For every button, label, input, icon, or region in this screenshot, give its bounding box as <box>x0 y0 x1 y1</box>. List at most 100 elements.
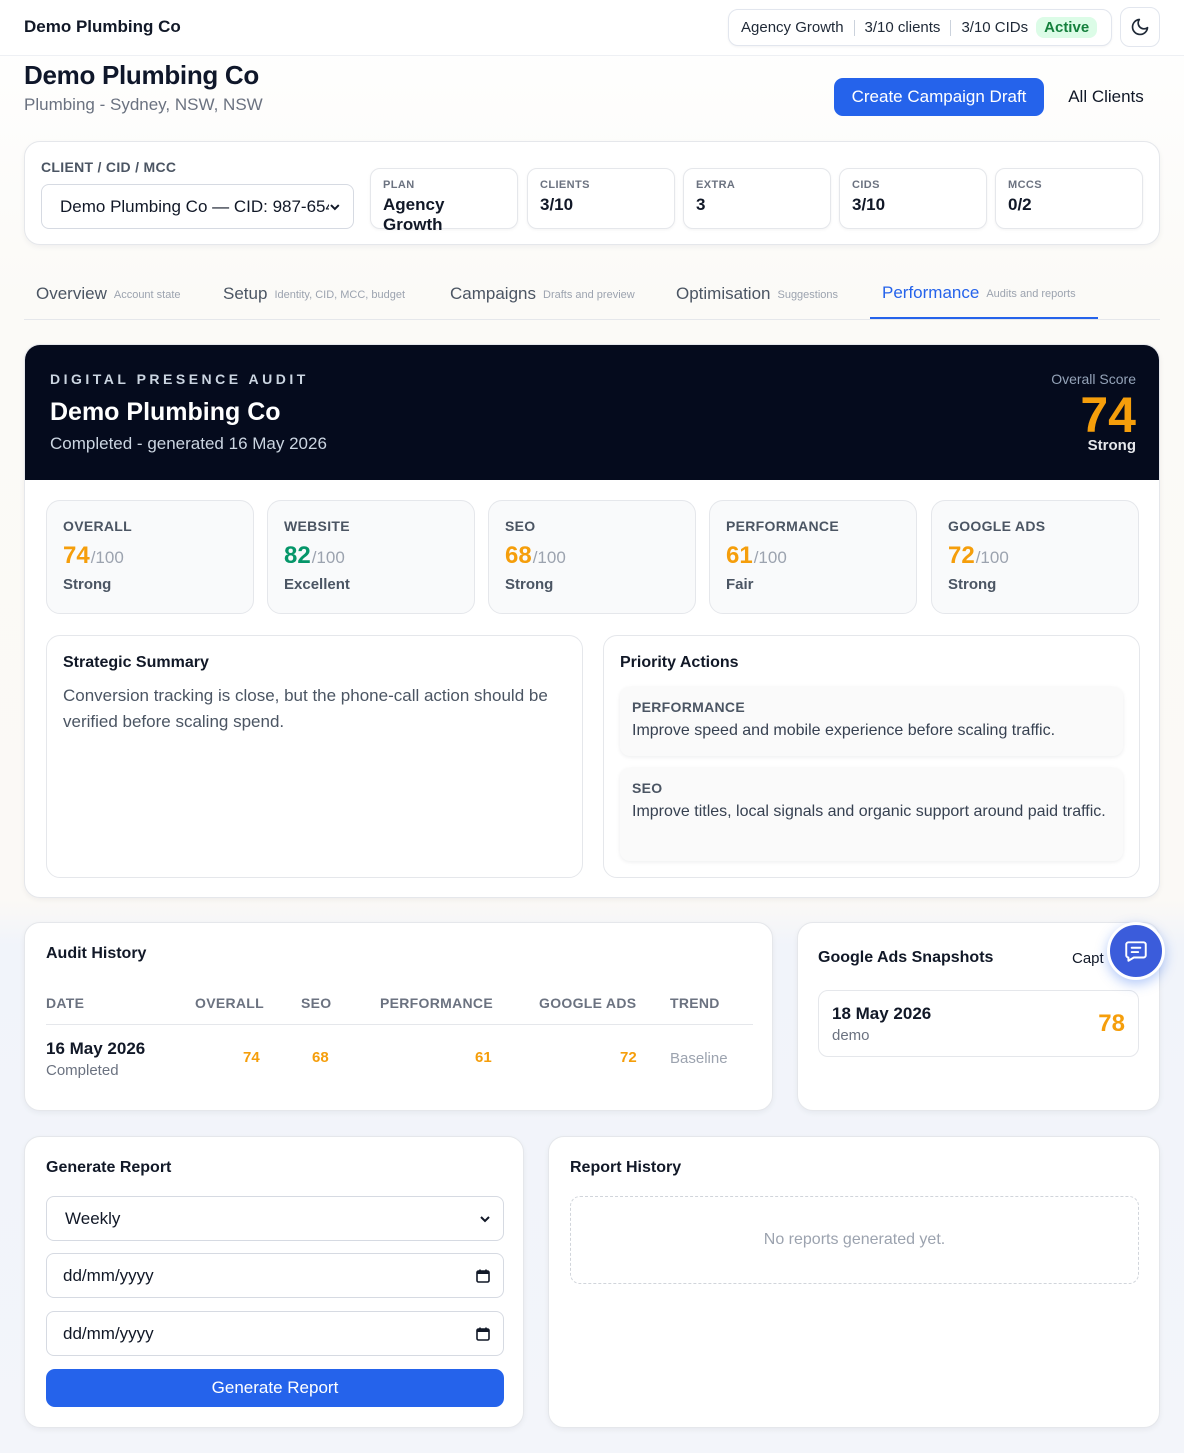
stat-key: CIDS <box>852 179 880 191</box>
chat-icon <box>1125 941 1147 962</box>
snapshot-score: 78 <box>1098 1010 1125 1037</box>
row-trend: Baseline <box>670 1050 728 1067</box>
row-performance: 61 <box>475 1049 492 1066</box>
tab-optimisation[interactable]: Optimisation Suggestions <box>664 268 850 319</box>
column-header: SEO <box>301 995 332 1011</box>
score-rating: Strong <box>505 576 554 593</box>
snapshot-label: demo <box>832 1027 870 1044</box>
score-rating: Excellent <box>284 576 350 593</box>
card-title: Audit History <box>46 945 147 962</box>
score-key: SEO <box>505 518 536 534</box>
stat-clients: CLIENTS 3/10 <box>527 168 675 229</box>
tab-campaigns[interactable]: Campaigns Drafts and preview <box>438 268 647 319</box>
column-header: OVERALL <box>195 995 264 1011</box>
tab-overview[interactable]: Overview Account state <box>24 268 193 319</box>
period-select[interactable]: Weekly <box>46 1196 504 1241</box>
score-value: 82 <box>284 542 311 569</box>
score-key: GOOGLE ADS <box>948 518 1046 534</box>
tab-description: Audits and reports <box>986 288 1076 300</box>
score-card-performance: PERFORMANCE 61/100 Fair <box>709 500 917 614</box>
client-select-value: Demo Plumbing Co — CID: 987-654 <box>60 196 330 216</box>
action-text: Improve speed and mobile experience befo… <box>632 722 1056 739</box>
page-subtitle: Plumbing - Sydney, NSW, NSW <box>24 95 263 114</box>
stat-value: 3/10 <box>852 195 886 214</box>
tab-description: Drafts and preview <box>543 289 635 301</box>
create-campaign-draft-button[interactable]: Create Campaign Draft <box>834 78 1044 116</box>
overall-score-rating: Strong <box>1087 437 1136 454</box>
tab-label: Performance <box>882 282 980 302</box>
score-max: /100 <box>90 548 124 567</box>
action-category: PERFORMANCE <box>632 699 745 715</box>
tab-label: Overview <box>36 283 107 303</box>
card-title: Report History <box>570 1159 682 1176</box>
tab-label: Optimisation <box>676 283 771 303</box>
audit-subtitle: Completed - generated 16 May 2026 <box>50 434 327 453</box>
column-header: DATE <box>46 995 85 1011</box>
column-header: GOOGLE ADS <box>539 995 637 1011</box>
stat-value: 3 <box>696 195 706 214</box>
client-select[interactable]: Demo Plumbing Co — CID: 987-654 <box>41 184 354 229</box>
period-select-value: Weekly <box>65 1208 121 1228</box>
action-category: SEO <box>632 780 663 796</box>
table-row: 16 May 2026 Completed 74 68 61 72 Baseli… <box>46 1025 753 1085</box>
generate-report-button[interactable]: Generate Report <box>46 1369 504 1407</box>
end-date-field[interactable]: dd/mm/yyyy <box>46 1311 504 1356</box>
google-ads-snapshots-card: Google Ads Snapshots Capt 18 May 2026 de… <box>797 922 1160 1111</box>
column-header: TREND <box>670 995 720 1011</box>
status-badge: Active <box>1036 17 1098 38</box>
score-card-website: WEBSITE 82/100 Excellent <box>267 500 475 614</box>
tab-performance[interactable]: Performance Audits and reports <box>870 268 1098 319</box>
snapshot-item[interactable]: 18 May 2026 demo 78 <box>818 990 1139 1057</box>
moon-icon <box>1131 18 1149 36</box>
score-key: WEBSITE <box>284 518 350 534</box>
row-google-ads: 72 <box>620 1049 637 1066</box>
audit-section: DIGITAL PRESENCE AUDIT Demo Plumbing Co … <box>24 344 1160 898</box>
audit-header: DIGITAL PRESENCE AUDIT Demo Plumbing Co … <box>25 345 1159 480</box>
column-header: PERFORMANCE <box>380 995 493 1011</box>
score-rating: Strong <box>948 576 997 593</box>
score-rating: Fair <box>726 576 754 593</box>
score-key: OVERALL <box>63 518 132 534</box>
calendar-icon <box>476 1269 490 1283</box>
stat-key: PLAN <box>383 179 415 191</box>
tab-label: Setup <box>223 283 268 303</box>
stat-cids: CIDS 3/10 <box>839 168 987 229</box>
score-max: /100 <box>975 548 1009 567</box>
strategic-summary-panel: Strategic Summary Conversion tracking is… <box>46 635 583 878</box>
chat-button[interactable] <box>1107 922 1165 980</box>
chevron-down-icon <box>330 203 340 210</box>
score-rating: Strong <box>63 576 112 593</box>
overall-score-value: 74 <box>1080 387 1136 443</box>
all-clients-button[interactable]: All Clients <box>1060 78 1152 116</box>
stat-plan: PLAN Agency Growth <box>370 168 518 234</box>
divider <box>853 19 855 36</box>
card-title: Google Ads Snapshots <box>818 949 994 966</box>
plan-name: Agency Growth <box>741 19 844 36</box>
row-overall: 74 <box>243 1049 260 1066</box>
row-status: Completed <box>46 1062 119 1079</box>
chevron-down-icon <box>480 1215 490 1222</box>
stat-value: Agency Growth <box>383 195 445 234</box>
priority-action-item: PERFORMANCE Improve speed and mobile exp… <box>620 687 1123 756</box>
plan-pill[interactable]: Agency Growth 3/10 clients 3/10 CIDs Act… <box>728 9 1112 46</box>
snapshot-date: 18 May 2026 <box>832 1004 932 1023</box>
capture-button[interactable]: Capt <box>1072 950 1104 967</box>
end-date-placeholder: dd/mm/yyyy <box>63 1323 154 1343</box>
stat-key: MCCS <box>1008 179 1042 191</box>
score-value: 68 <box>505 542 532 569</box>
report-history-card: Report History No reports generated yet. <box>548 1136 1160 1428</box>
score-card-seo: SEO 68/100 Strong <box>488 500 696 614</box>
clients-count: 3/10 clients <box>864 19 941 36</box>
page-title: Demo Plumbing Co <box>24 60 259 90</box>
brand-name: Demo Plumbing Co <box>24 17 181 36</box>
score-card-google-ads: GOOGLE ADS 72/100 Strong <box>931 500 1139 614</box>
theme-toggle-button[interactable] <box>1120 7 1160 47</box>
stat-extra: EXTRA 3 <box>683 168 831 229</box>
tab-setup[interactable]: Setup Identity, CID, MCC, budget <box>211 268 417 319</box>
priority-actions-panel: Priority Actions PERFORMANCE Improve spe… <box>603 635 1140 878</box>
generate-report-card: Generate Report Weekly dd/mm/yyyy dd/mm/… <box>24 1136 524 1428</box>
priority-action-item: SEO Improve titles, local signals and or… <box>620 768 1123 861</box>
stat-mccs: MCCS 0/2 <box>995 168 1143 229</box>
tab-description: Account state <box>113 289 181 301</box>
start-date-field[interactable]: dd/mm/yyyy <box>46 1253 504 1298</box>
